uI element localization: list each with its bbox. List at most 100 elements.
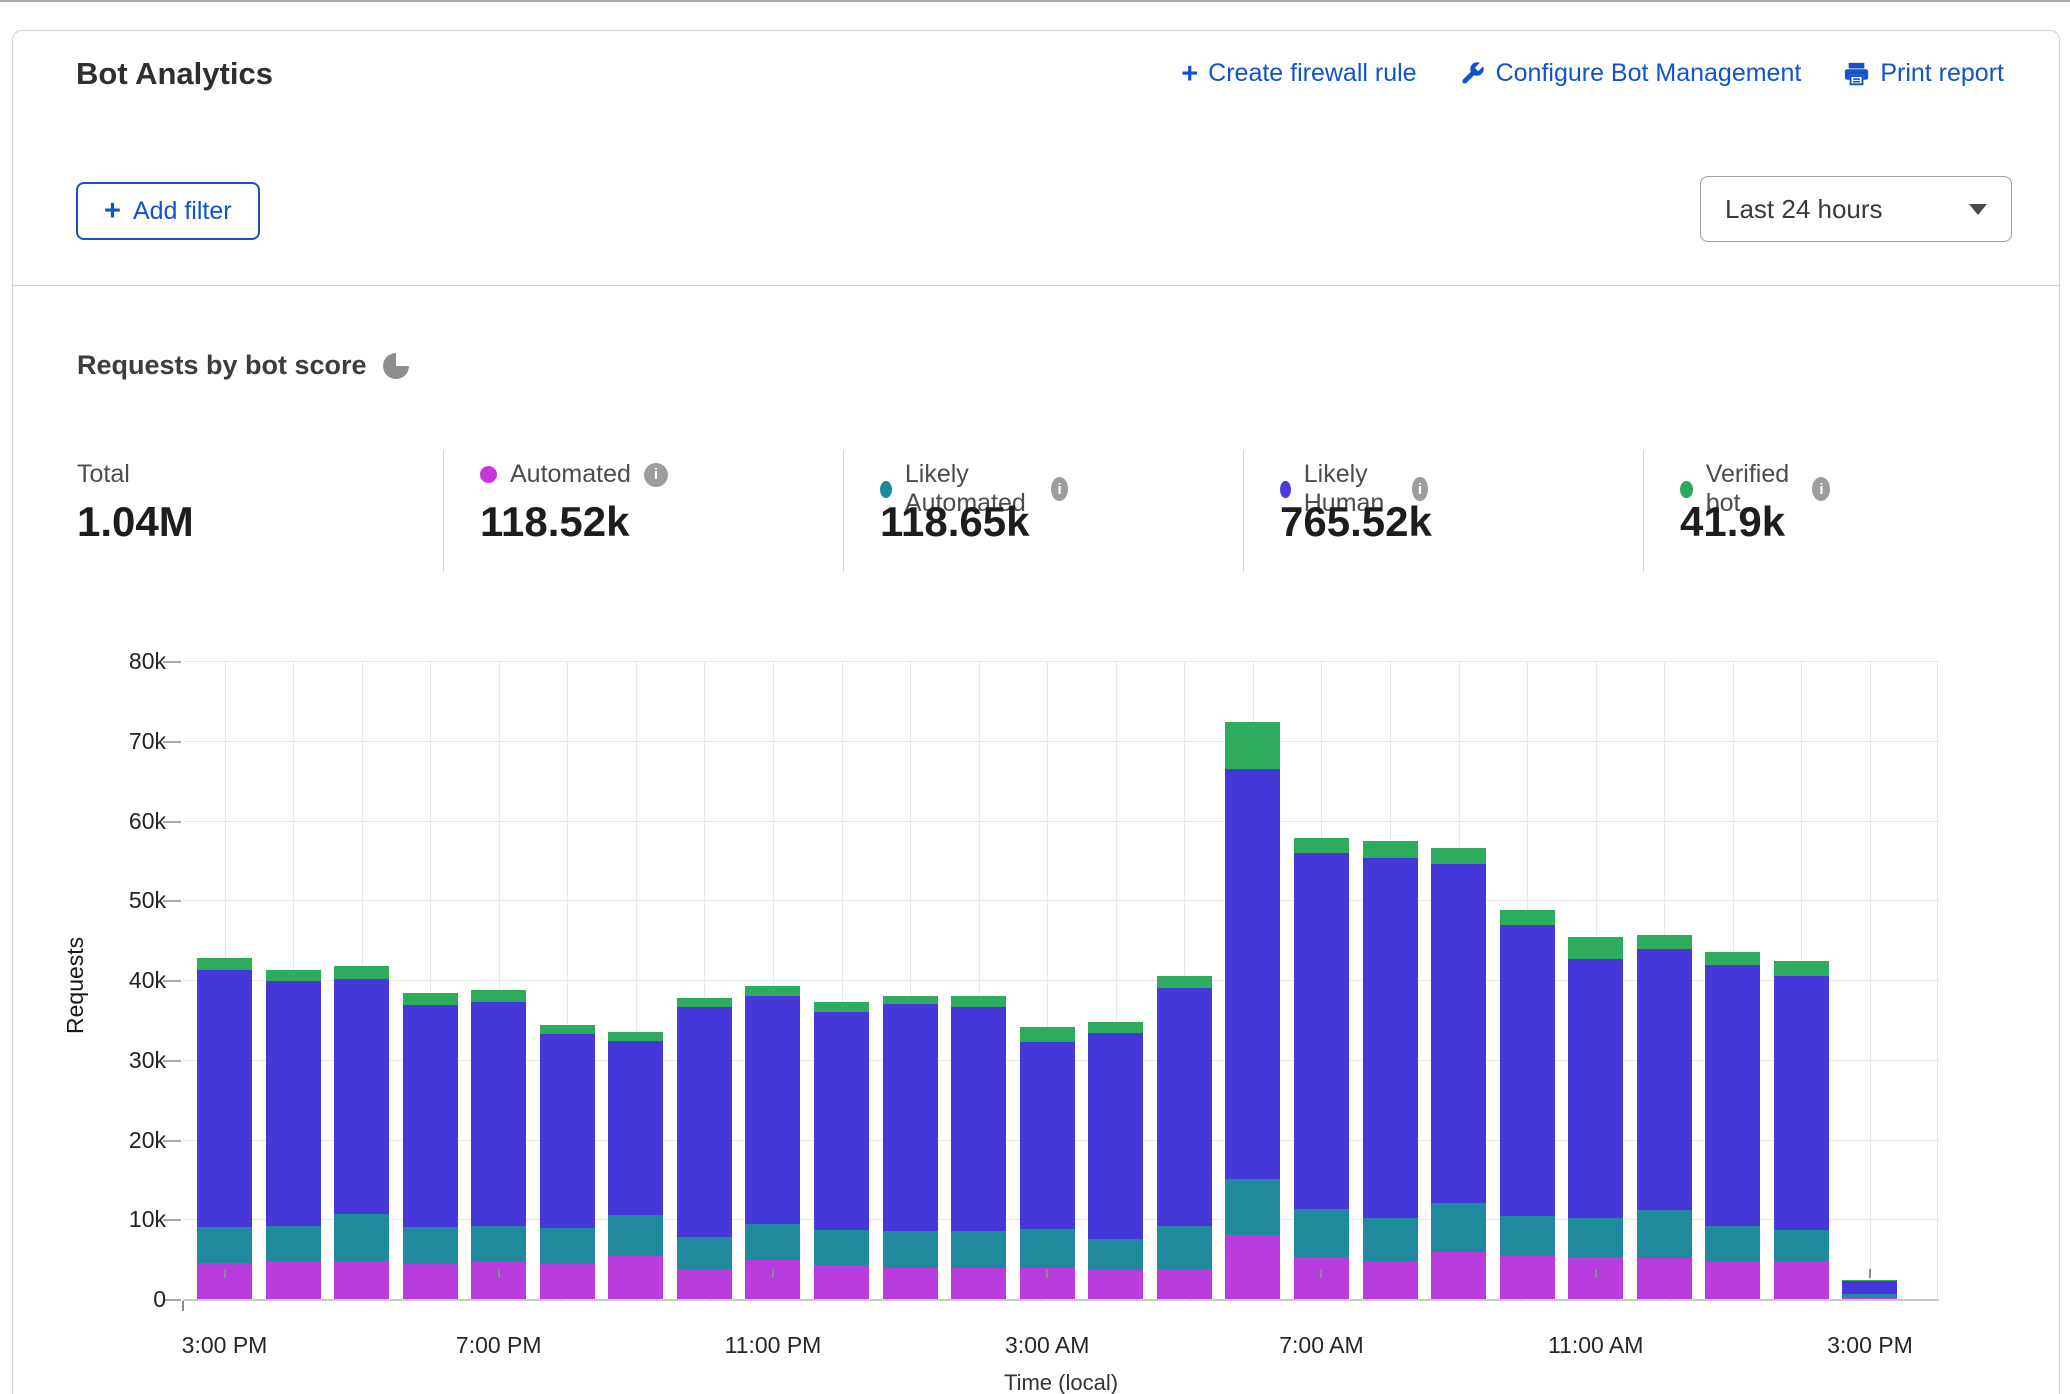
likely-human-legend-dot [1280,481,1291,498]
bar-segment [197,970,252,1228]
bar-group[interactable] [677,998,732,1299]
x-tick-label: 7:00 AM [1251,1332,1391,1359]
y-gridline [183,661,1939,662]
bar-segment [334,979,389,1213]
x-tick-label: 11:00 PM [703,1332,843,1359]
info-icon[interactable]: i [1812,477,1830,501]
bar-segment [1500,925,1555,1216]
bar-group[interactable] [608,1032,663,1299]
bar-segment [677,1007,732,1237]
bar-segment [334,966,389,980]
bar-segment [1363,841,1418,858]
x-tick [498,1269,500,1278]
add-filter-button[interactable]: + Add filter [76,182,260,240]
bar-segment [1020,1042,1075,1229]
bar-group[interactable] [266,970,321,1299]
bar-group[interactable] [951,996,1006,1299]
bar-segment [1088,1270,1143,1299]
y-tick-label: 10k [60,1206,166,1233]
stat-divider [843,450,844,572]
y-tick-label: 80k [60,648,166,675]
axis-corner-tick [182,1301,184,1311]
bar-segment [334,1261,389,1299]
bar-segment [1294,853,1349,1209]
requests-bar-chart: Requests Time (local) 010k20k30k40k50k60… [0,630,2070,1394]
bar-segment [1225,769,1280,1179]
create-firewall-rule-link[interactable]: + Create firewall rule [1181,59,1416,88]
bar-segment [745,1224,800,1260]
bar-segment [1500,1256,1555,1299]
bar-segment [1020,1027,1075,1042]
bar-group[interactable] [1842,1280,1897,1299]
bar-group[interactable] [1774,961,1829,1299]
bar-segment [1363,858,1418,1218]
bar-segment [540,1034,595,1228]
plus-icon: + [1181,61,1198,87]
stat-total-label: Total [77,460,130,489]
bar-segment [471,1262,526,1299]
stat-likely-automated-value: 118.65k [880,498,1030,546]
bar-segment [883,1231,938,1268]
bar-group[interactable] [1363,841,1418,1299]
bar-group[interactable] [1294,838,1349,1299]
bar-segment [1431,848,1486,864]
stat-divider [1243,450,1244,572]
bar-segment [471,1002,526,1225]
bar-segment [1157,1269,1212,1299]
bar-segment [1294,1209,1349,1257]
stat-verified-bot-value: 41.9k [1680,498,1785,546]
bar-segment [745,996,800,1224]
page: Bot Analytics + Create firewall rule Con… [0,0,2070,1394]
print-report-label: Print report [1880,59,2004,88]
bar-segment [197,1227,252,1263]
chevron-down-icon [1969,204,1987,215]
bar-segment [608,1215,663,1256]
bar-segment [745,1260,800,1299]
bar-group[interactable] [1637,935,1692,1299]
stat-automated-value: 118.52k [480,498,630,546]
bar-segment [951,1268,1006,1299]
y-tick-label: 60k [60,808,166,835]
bar-group[interactable] [1705,952,1760,1299]
print-report-link[interactable]: Print report [1843,59,2004,88]
info-icon[interactable]: i [1051,477,1068,501]
bar-group[interactable] [403,993,458,1299]
bar-segment [1637,1210,1692,1258]
time-range-dropdown[interactable]: Last 24 hours [1700,176,2012,242]
bar-segment [1705,1226,1760,1262]
header-actions: + Create firewall rule Configure Bot Man… [1181,59,2004,88]
info-icon[interactable]: i [644,463,668,487]
bar-segment [1842,1280,1897,1281]
configure-bot-management-link[interactable]: Configure Bot Management [1459,59,1802,88]
bar-group[interactable] [1431,848,1486,1299]
bar-group[interactable] [1020,1027,1075,1299]
x-tick [1320,1269,1322,1278]
bar-group[interactable] [197,958,252,1299]
bar-group[interactable] [1157,976,1212,1299]
bar-segment [677,998,732,1007]
bar-group[interactable] [334,966,389,1299]
bar-segment [1705,965,1760,1226]
printer-icon [1843,60,1870,87]
plus-icon: + [104,198,121,224]
y-gridline [183,821,1939,822]
bar-segment [1774,976,1829,1230]
bar-group[interactable] [1568,937,1623,1299]
bar-group[interactable] [745,986,800,1299]
stat-divider [1643,450,1644,572]
bar-group[interactable] [471,990,526,1299]
bar-group[interactable] [814,1002,869,1299]
bar-group[interactable] [883,996,938,1299]
bar-group[interactable] [540,1025,595,1299]
bar-segment [540,1228,595,1264]
bar-group[interactable] [1500,910,1555,1299]
bar-segment [266,981,321,1227]
bar-segment [1637,935,1692,949]
x-axis-line [183,1299,1939,1301]
y-tick-label: 20k [60,1127,166,1154]
x-axis-title: Time (local) [183,1370,1939,1394]
bar-group[interactable] [1225,722,1280,1299]
y-tick-label: 40k [60,967,166,994]
bar-group[interactable] [1088,1022,1143,1299]
verified-bot-legend-dot [1680,481,1693,498]
